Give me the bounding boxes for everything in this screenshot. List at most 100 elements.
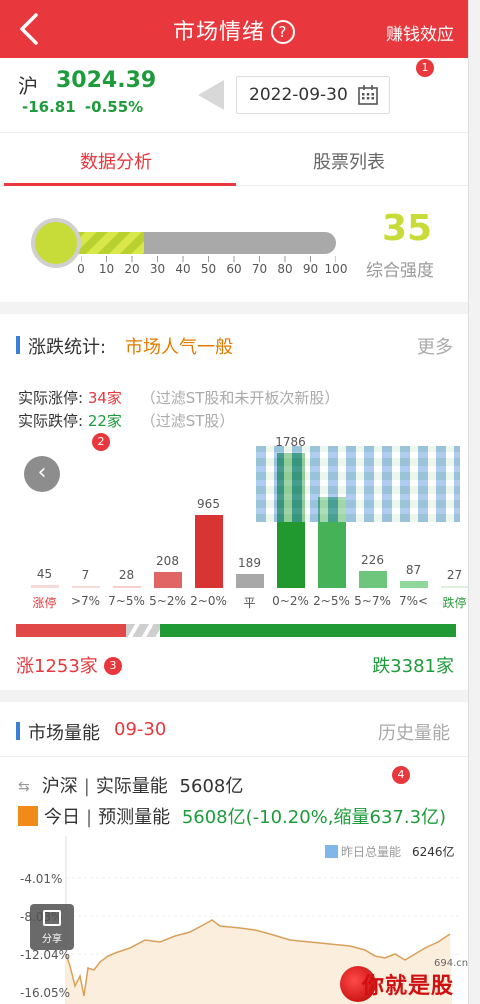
swap-icon: ⇆ [18, 779, 30, 795]
forecast-volume-label: 预测量能 [98, 807, 171, 828]
gauge-tick-label: 30 [149, 262, 166, 276]
gauge-tick-label: 80 [277, 262, 293, 276]
bar-category-label: 平 [243, 596, 256, 610]
limit-up-note: （过滤ST股和未开板次新股） [140, 389, 340, 407]
legend-swatch [325, 845, 338, 858]
section-divider [0, 302, 468, 314]
histogram-bar [194, 515, 223, 588]
separator-bar: | [86, 807, 93, 828]
tab-stock-list[interactable]: 股票列表 [313, 148, 385, 174]
bar-value-label: 7 [81, 568, 90, 582]
index-change: -16.81 -0.55% [22, 98, 143, 116]
down-total: 跌3381家 [372, 656, 454, 677]
down-ratio-bar [160, 624, 456, 637]
annotation-badge-3: 3 [104, 657, 122, 675]
strength-gauge-bulb [31, 218, 81, 268]
bar-category-label: 7~5% [108, 594, 145, 608]
bar-value-label: 28 [118, 567, 135, 582]
limit-down-line: 实际跌停: 22家 （过滤ST股） [18, 410, 234, 431]
bar-value-label: 208 [156, 554, 179, 569]
share-button[interactable]: 分享 [30, 904, 74, 950]
app-screen: 市场情绪? 赚钱效应 1 沪 3024.39 -16.81 -0.55% 202… [0, 0, 468, 1004]
bar-category-label: >7% [70, 594, 101, 608]
top-bar: 市场情绪? 赚钱效应 [0, 0, 468, 58]
gauge-tick-label: 0 [77, 262, 85, 276]
forecast-volume-value: 5608亿(-10.20%,缩量637.3亿) [181, 807, 447, 828]
watermark-text: 你就是股神 [362, 974, 455, 999]
bar-value-label: 27 [446, 567, 463, 582]
gauge-tick-label: 90 [302, 262, 319, 276]
up-ratio-bar [16, 624, 126, 637]
bar-value-label: 965 [197, 497, 220, 512]
y-axis-label: -16.05% [20, 986, 71, 1000]
histogram-bar [153, 572, 182, 588]
more-link[interactable]: 更多 [417, 333, 453, 359]
histogram-bar [112, 585, 141, 588]
calendar-icon [358, 85, 378, 105]
ratio-separator [126, 624, 160, 637]
gauge-tick-label: 10 [98, 262, 115, 276]
gauge-tick-label: 60 [226, 262, 242, 276]
actual-volume-value: 5608亿 [179, 776, 244, 797]
limit-up-label: 实际涨停: [18, 389, 84, 407]
chart-prev-arrow-icon[interactable]: ‹ [24, 456, 60, 492]
limit-down-label: 实际跌停: [18, 412, 84, 430]
legend-value: 6246亿 [412, 845, 455, 859]
history-volume-link[interactable]: 历史量能 [378, 719, 450, 745]
gauge-tick-label: 50 [200, 262, 217, 276]
section-marker [16, 336, 20, 354]
bar-value-label: 226 [361, 552, 384, 567]
watermark-logo: 694.cn 你就是股神 [336, 958, 468, 1004]
date-picker[interactable]: 2022-09-30 [236, 76, 390, 114]
gauge-tick-label: 20 [124, 262, 140, 276]
index-change-percent: -0.55% [84, 98, 144, 116]
date-value: 2022-09-30 [249, 85, 348, 105]
bar-value-label: 189 [238, 555, 261, 570]
limit-up-line: 实际涨停: 34家 （过滤ST股和未开板次新股） [18, 387, 339, 408]
histogram-bar [440, 585, 468, 588]
active-tab-indicator [4, 183, 236, 186]
limit-down-note: （过滤ST股） [140, 412, 235, 430]
bar-category-label: 2~0% [190, 594, 227, 608]
section-marker [16, 722, 20, 740]
help-icon[interactable]: ? [271, 20, 295, 44]
strength-score: 35 [382, 208, 433, 249]
profit-effect-link[interactable]: 赚钱效应 [386, 20, 454, 45]
y-axis-label: -4.01% [20, 872, 63, 886]
gauge-scale: 0 10 20 30 40 50 60 70 80 90 100 [77, 262, 347, 278]
histogram-bar [30, 584, 59, 588]
index-value: 3024.39 [56, 68, 157, 93]
separator [0, 756, 468, 757]
section-divider [0, 690, 468, 702]
limit-down-count: 22家 [87, 412, 122, 430]
index-change-points: -16.81 [22, 98, 76, 116]
gauge-tick-label: 40 [175, 262, 191, 276]
share-icon [43, 910, 61, 926]
up-total: 涨1253家 [16, 656, 98, 677]
bar-category-label: 跌停 [442, 596, 467, 610]
y-axis-label: -12.04% [20, 948, 71, 962]
bar-category-label: 5~2% [149, 594, 186, 608]
volume-title: 市场量能 [28, 723, 100, 744]
stats-title: 涨跌统计: [28, 337, 107, 358]
orange-square-icon [18, 806, 38, 826]
previous-date-arrow-icon[interactable] [198, 80, 224, 110]
bar-value-label: 87 [405, 563, 422, 578]
tab-data-analysis[interactable]: 数据分析 [80, 148, 152, 174]
blurred-overlay [256, 446, 460, 522]
background-window-strip [468, 0, 480, 1004]
bar-category-label: 5~7% [354, 594, 391, 608]
annotation-badge-4: 4 [392, 766, 410, 784]
market-label: 沪深 [41, 776, 78, 797]
histogram-bar [235, 573, 264, 588]
page-title-text: 市场情绪 [172, 20, 265, 45]
forecast-volume-line: 今日 | 预测量能 5608亿(-10.20%,缩量637.3亿) [18, 803, 446, 829]
gauge-tick-label: 100 [324, 262, 348, 276]
bar-category-label: 2~5% [313, 594, 350, 608]
bar-value-label: 45 [36, 566, 53, 581]
actual-volume-line: ⇆ 沪深 | 实际量能 5608亿 [18, 772, 243, 798]
separator-bar: | [83, 776, 90, 797]
annotation-badge-1: 1 [416, 59, 434, 77]
tab-bar: 数据分析 股票列表 [0, 132, 468, 186]
histogram-bar [358, 570, 387, 588]
